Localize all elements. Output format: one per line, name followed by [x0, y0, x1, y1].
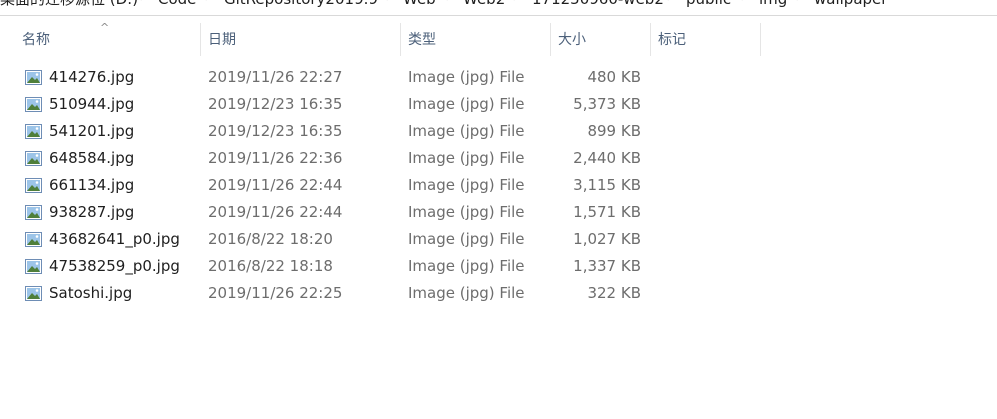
breadcrumb-item-drive[interactable]: 桌面的迁移源位 (D:) — [0, 0, 138, 15]
file-size: 322 KB — [587, 284, 641, 302]
file-date: 2019/11/26 22:44 — [208, 203, 343, 221]
file-row[interactable]: 938287.jpg 2019/11/26 22:44 Image (jpg) … — [0, 199, 997, 226]
file-name: 414276.jpg — [49, 68, 135, 86]
file-size: 2,440 KB — [573, 149, 641, 167]
breadcrumb-item-public[interactable]: public — [686, 0, 731, 15]
address-bar-breadcrumb[interactable]: 桌面的迁移源位 (D:) › Code › GitRepository2019.… — [0, 0, 997, 16]
file-date: 2016/8/22 18:20 — [208, 230, 333, 248]
file-size: 899 KB — [587, 122, 641, 140]
file-size: 1,571 KB — [573, 203, 641, 221]
image-file-icon — [25, 97, 42, 112]
column-divider[interactable] — [760, 23, 761, 56]
column-header-name[interactable]: 名称 — [22, 20, 50, 56]
file-date: 2019/11/26 22:25 — [208, 284, 343, 302]
file-date: 2019/12/23 16:35 — [208, 95, 343, 113]
column-header-row: ^ 名称 日期 类型 大小 标记 — [0, 20, 997, 56]
file-name: 43682641_p0.jpg — [49, 230, 180, 248]
file-row[interactable]: 661134.jpg 2019/11/26 22:44 Image (jpg) … — [0, 172, 997, 199]
file-row[interactable]: 648584.jpg 2019/11/26 22:36 Image (jpg) … — [0, 145, 997, 172]
image-file-icon — [25, 205, 42, 220]
column-header-size[interactable]: 大小 — [558, 20, 586, 56]
file-row[interactable]: 510944.jpg 2019/12/23 16:35 Image (jpg) … — [0, 91, 997, 118]
file-row[interactable]: 541201.jpg 2019/12/23 16:35 Image (jpg) … — [0, 118, 997, 145]
file-size: 1,337 KB — [573, 257, 641, 275]
chevron-right-icon: › — [140, 0, 144, 15]
chevron-right-icon: › — [386, 0, 390, 15]
file-type: Image (jpg) File — [408, 176, 525, 194]
chevron-right-icon: › — [446, 0, 450, 15]
file-name: 47538259_p0.jpg — [49, 257, 180, 275]
file-row[interactable]: 47538259_p0.jpg 2016/8/22 18:18 Image (j… — [0, 253, 997, 280]
file-date: 2019/11/26 22:36 — [208, 149, 343, 167]
column-divider[interactable] — [200, 23, 201, 56]
image-file-icon — [25, 286, 42, 301]
file-size: 480 KB — [587, 68, 641, 86]
image-file-icon — [25, 232, 42, 247]
file-type: Image (jpg) File — [408, 203, 525, 221]
image-file-icon — [25, 178, 42, 193]
file-type: Image (jpg) File — [408, 257, 525, 275]
file-size: 1,027 KB — [573, 230, 641, 248]
image-file-icon — [25, 70, 42, 85]
column-header-date[interactable]: 日期 — [208, 20, 236, 56]
file-name: 661134.jpg — [49, 176, 135, 194]
breadcrumb-item-code[interactable]: Code — [158, 0, 196, 15]
file-name: 510944.jpg — [49, 95, 135, 113]
breadcrumb-item-project[interactable]: 171250960-web2 — [532, 0, 664, 15]
file-type: Image (jpg) File — [408, 149, 525, 167]
breadcrumb-item-web2[interactable]: Web2 — [463, 0, 505, 15]
file-name: 938287.jpg — [49, 203, 135, 221]
chevron-right-icon: › — [667, 0, 671, 15]
file-row[interactable]: 43682641_p0.jpg 2016/8/22 18:20 Image (j… — [0, 226, 997, 253]
image-file-icon — [25, 151, 42, 166]
file-row[interactable]: 414276.jpg 2019/11/26 22:27 Image (jpg) … — [0, 64, 997, 91]
file-type: Image (jpg) File — [408, 95, 525, 113]
column-divider[interactable] — [650, 23, 651, 56]
file-name: 541201.jpg — [49, 122, 135, 140]
column-divider[interactable] — [400, 23, 401, 56]
chevron-right-icon: › — [741, 0, 745, 15]
breadcrumb-item-wallpaper[interactable]: wallpaper — [814, 0, 887, 15]
column-header-type[interactable]: 类型 — [408, 20, 436, 56]
column-divider[interactable] — [550, 23, 551, 56]
file-date: 2019/12/23 16:35 — [208, 122, 343, 140]
file-type: Image (jpg) File — [408, 68, 525, 86]
file-type: Image (jpg) File — [408, 122, 525, 140]
file-date: 2016/8/22 18:18 — [208, 257, 333, 275]
file-date: 2019/11/26 22:44 — [208, 176, 343, 194]
column-header-tags[interactable]: 标记 — [658, 20, 686, 56]
chevron-right-icon: › — [205, 0, 209, 15]
image-file-icon — [25, 259, 42, 274]
file-name: 648584.jpg — [49, 149, 135, 167]
file-size: 3,115 KB — [573, 176, 641, 194]
breadcrumb-item-img[interactable]: img — [759, 0, 787, 15]
file-size: 5,373 KB — [573, 95, 641, 113]
file-type: Image (jpg) File — [408, 230, 525, 248]
file-row[interactable]: Satoshi.jpg 2019/11/26 22:25 Image (jpg)… — [0, 280, 997, 307]
sort-ascending-icon: ^ — [100, 21, 110, 34]
breadcrumb-item-gitrepository[interactable]: GitRepository2019.9 — [224, 0, 378, 15]
file-type: Image (jpg) File — [408, 284, 525, 302]
file-date: 2019/11/26 22:27 — [208, 68, 343, 86]
chevron-right-icon: › — [513, 0, 517, 15]
file-name: Satoshi.jpg — [49, 284, 133, 302]
breadcrumb-item-web[interactable]: Web — [403, 0, 436, 15]
image-file-icon — [25, 124, 42, 139]
chevron-right-icon: › — [796, 0, 800, 15]
